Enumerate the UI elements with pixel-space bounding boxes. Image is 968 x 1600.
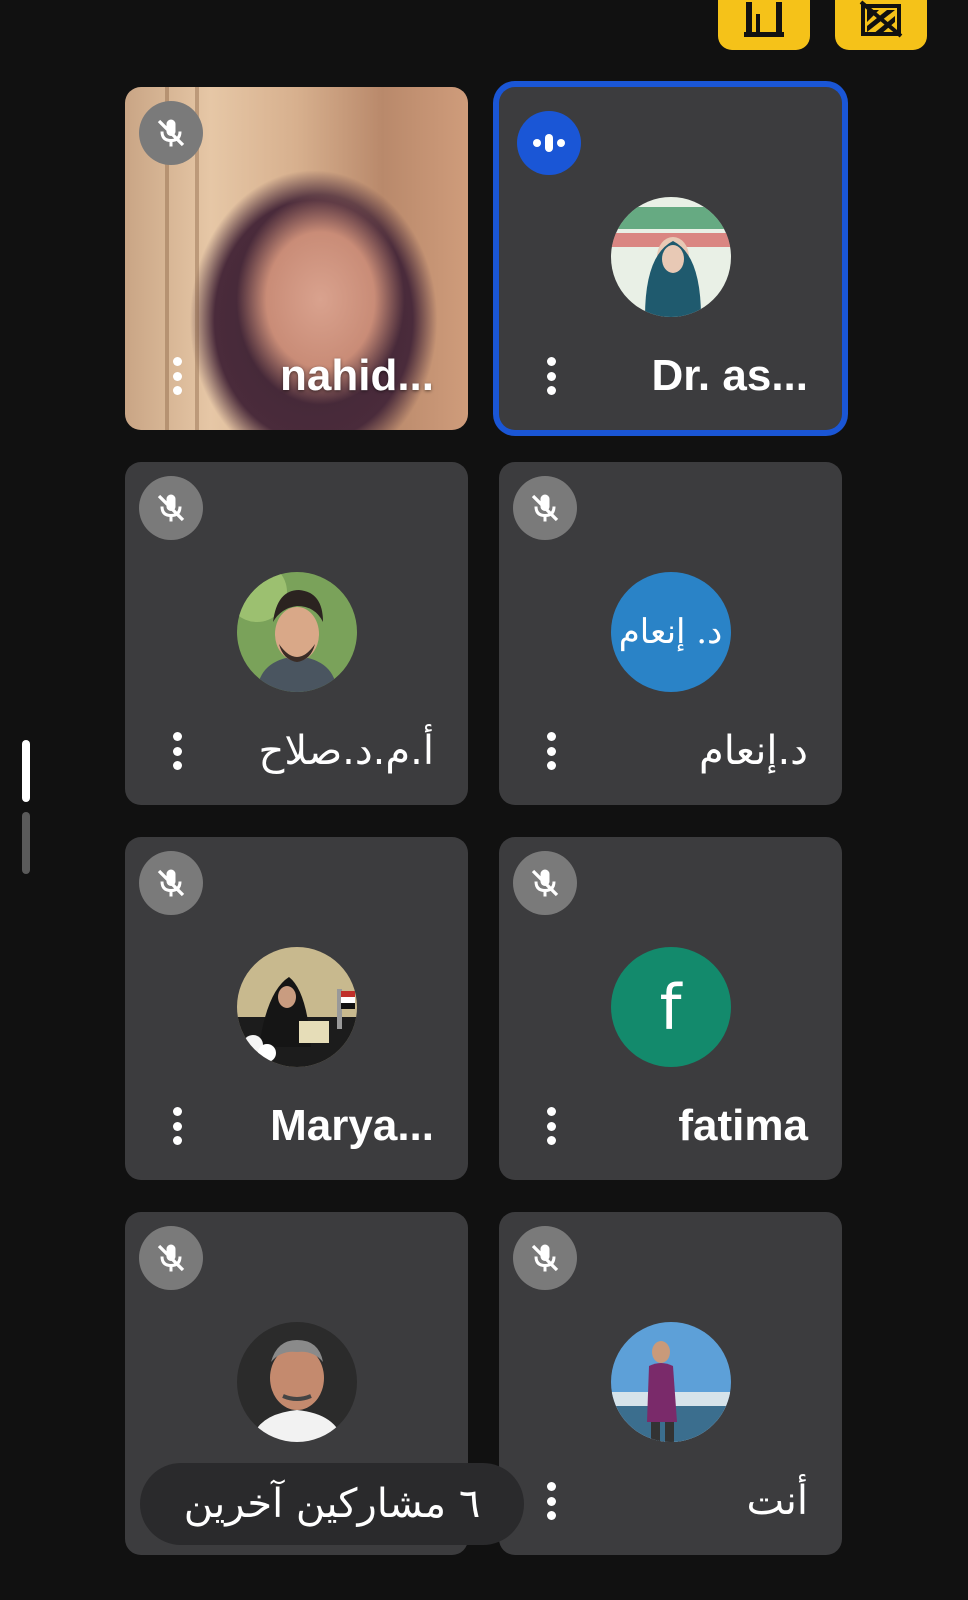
scroll-indicator-track[interactable] bbox=[22, 812, 30, 874]
avatar-letter: f bbox=[610, 947, 731, 1067]
participant-name-row: أ.م.د.صلاح bbox=[125, 719, 468, 783]
video-off-button[interactable] bbox=[835, 0, 927, 50]
participant-name: fatima bbox=[678, 1101, 808, 1150]
mic-off-badge bbox=[139, 101, 203, 165]
avatar bbox=[236, 572, 357, 692]
participant-tile-1[interactable]: nahid... bbox=[125, 87, 468, 430]
participant-name-row: nahid... bbox=[125, 344, 468, 408]
mic-off-icon bbox=[531, 869, 559, 897]
participant-name-row: Marya... bbox=[125, 1094, 468, 1158]
other-participants-pill[interactable]: ٦ مشاركين آخرين bbox=[140, 1463, 524, 1545]
grid-layout-icon bbox=[744, 2, 784, 37]
participant-tile-8[interactable]: أنت bbox=[499, 1212, 842, 1555]
avatar bbox=[610, 1322, 731, 1442]
avatar-text: د. إنعام bbox=[610, 572, 731, 692]
more-options-icon[interactable] bbox=[539, 1476, 563, 1526]
mic-off-badge bbox=[139, 476, 203, 540]
mic-off-badge bbox=[513, 851, 577, 915]
more-options-icon[interactable] bbox=[165, 726, 189, 776]
participant-name: أ.م.د.صلاح bbox=[258, 728, 435, 774]
avatar bbox=[610, 197, 731, 317]
participant-name: Dr. as... bbox=[651, 351, 808, 400]
avatar bbox=[236, 947, 357, 1067]
mic-off-icon bbox=[157, 1244, 185, 1272]
mic-off-icon bbox=[157, 869, 185, 897]
speaking-badge bbox=[517, 111, 581, 175]
mic-off-badge bbox=[139, 1226, 203, 1290]
participant-tile-2[interactable]: Dr. as... bbox=[499, 87, 842, 430]
participant-name-row: د.إنعام bbox=[499, 719, 842, 783]
audio-level-icon bbox=[533, 134, 565, 152]
mic-off-icon bbox=[531, 494, 559, 522]
participant-tile-3[interactable]: أ.م.د.صلاح bbox=[125, 462, 468, 805]
meeting-grid-screen: nahid... Dr. as... أ.م.د.صلاح د. إنعام د… bbox=[0, 0, 968, 1600]
mic-off-badge bbox=[513, 1226, 577, 1290]
more-options-icon[interactable] bbox=[165, 1101, 189, 1151]
participant-name-row: Dr. as... bbox=[499, 344, 842, 408]
participant-tile-5[interactable]: Marya... bbox=[125, 837, 468, 1180]
video-off-icon bbox=[859, 0, 903, 38]
mic-off-icon bbox=[157, 119, 185, 147]
scroll-indicator-thumb[interactable] bbox=[22, 740, 30, 802]
more-options-icon[interactable] bbox=[165, 351, 189, 401]
participant-name-row: fatima bbox=[499, 1094, 842, 1158]
participant-tile-4[interactable]: د. إنعام د.إنعام bbox=[499, 462, 842, 805]
more-options-icon[interactable] bbox=[539, 1101, 563, 1151]
participant-name: أنت bbox=[746, 1478, 808, 1524]
participant-name: د.إنعام bbox=[698, 728, 808, 774]
avatar bbox=[236, 1322, 357, 1442]
participant-name: Marya... bbox=[270, 1101, 434, 1150]
more-options-icon[interactable] bbox=[539, 351, 563, 401]
mic-off-badge bbox=[513, 476, 577, 540]
mic-off-icon bbox=[157, 494, 185, 522]
participant-tile-6[interactable]: f fatima bbox=[499, 837, 842, 1180]
layout-button[interactable] bbox=[718, 0, 810, 50]
mic-off-icon bbox=[531, 1244, 559, 1272]
participant-name: nahid... bbox=[280, 351, 434, 400]
mic-off-badge bbox=[139, 851, 203, 915]
more-options-icon[interactable] bbox=[539, 726, 563, 776]
participant-name-row: أنت bbox=[499, 1469, 842, 1533]
